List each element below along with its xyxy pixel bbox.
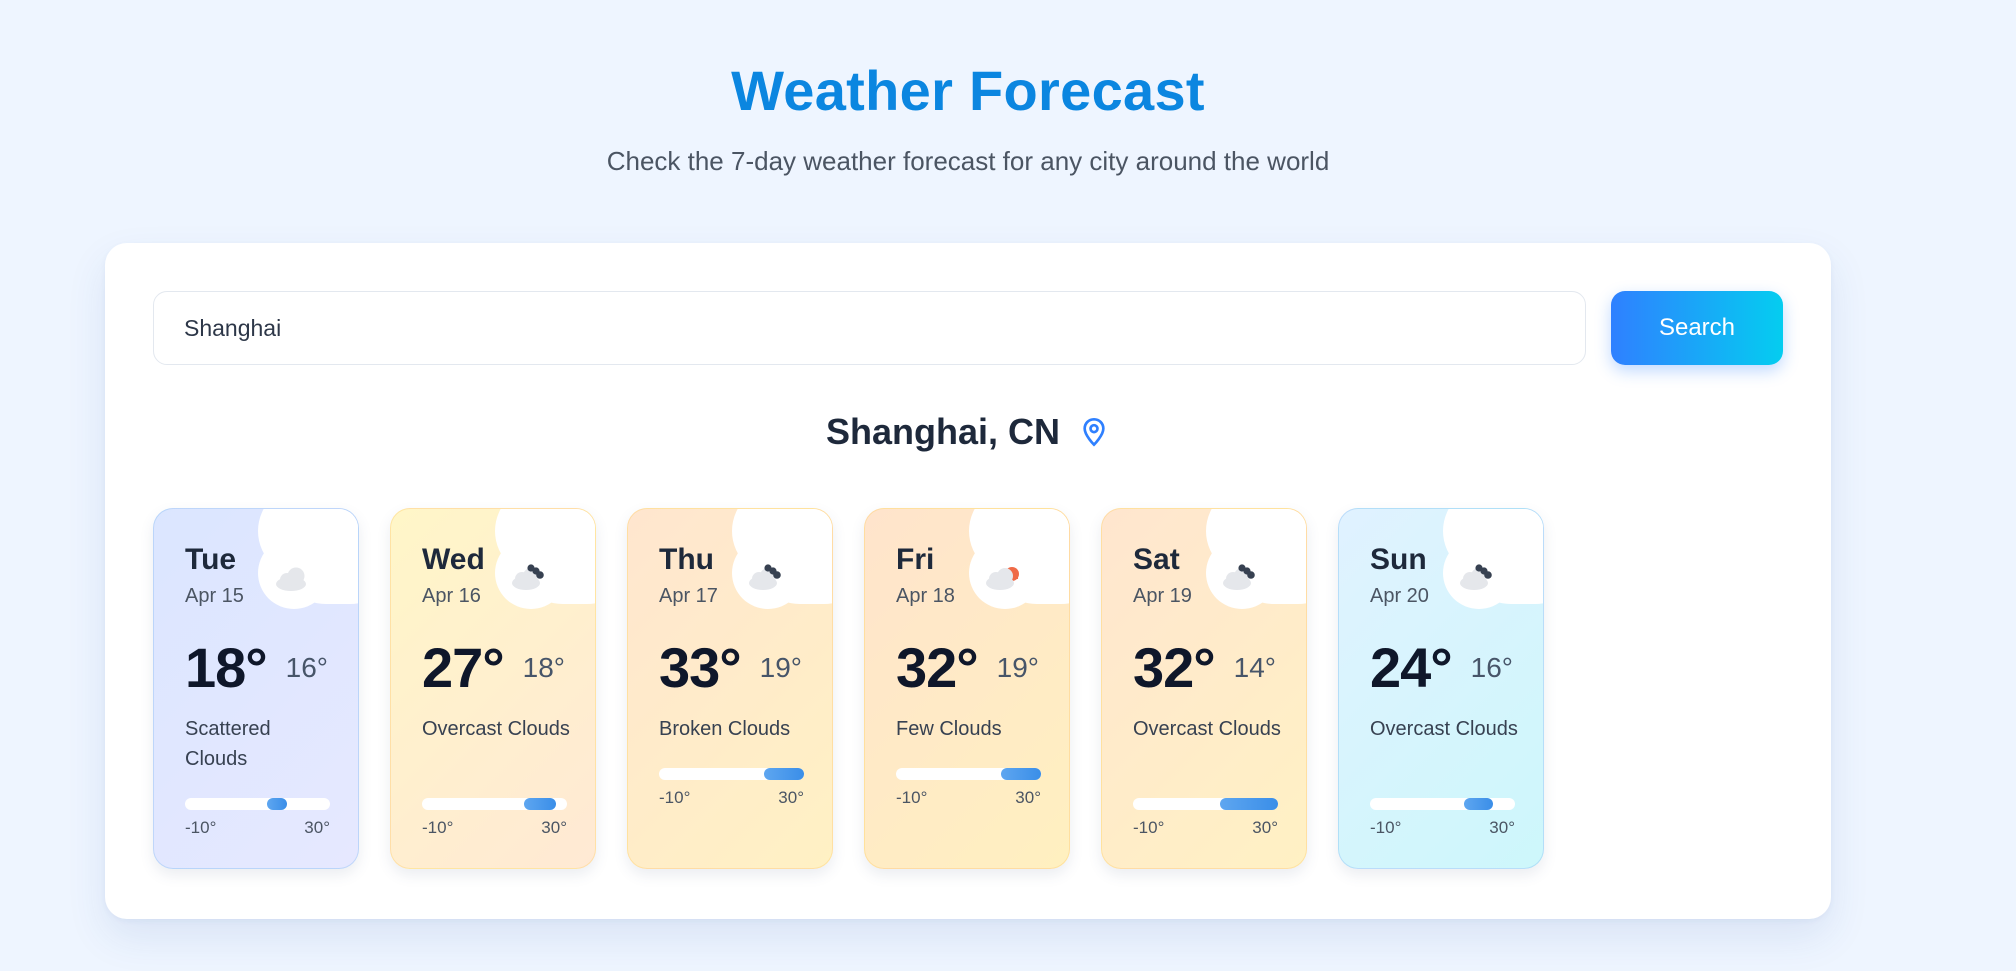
card-high-temp: 27° [422, 636, 505, 699]
search-button[interactable]: Search [1611, 291, 1783, 365]
temp-range-bar [659, 768, 804, 780]
card-date: Apr 15 [185, 585, 244, 607]
temp-range-bar [185, 798, 330, 810]
forecast-card-wed[interactable]: Wed Apr 16 27° 18° Overcast Clouds -10° 30° [390, 508, 596, 869]
sun-behind-cloud-icon [986, 567, 1019, 590]
card-high-temp: 32° [896, 636, 979, 699]
card-date: Apr 17 [659, 585, 718, 607]
card-high-temp: 33° [659, 636, 742, 699]
scale-min: -10° [185, 818, 217, 837]
city-name: Shanghai, CN [825, 411, 1061, 452]
temp-range-fill [267, 798, 287, 810]
card-description: Few Clouds [896, 718, 1002, 740]
page-title: Weather Forecast [731, 59, 1205, 122]
overcast-cloud-icon [1223, 564, 1255, 590]
card-low-temp: 16° [285, 652, 328, 683]
card-day: Sun [1370, 543, 1427, 576]
temp-range-fill [764, 768, 804, 780]
temp-range-fill [1001, 768, 1041, 780]
forecast-card-thu[interactable]: Thu Apr 17 33° 19° Broken Clouds -10° 30° [627, 508, 833, 869]
overcast-cloud-icon [512, 564, 544, 590]
card-description: Overcast Clouds [422, 718, 570, 740]
scale-max: 30° [1252, 818, 1278, 837]
page-subtitle: Check the 7-day weather forecast for any… [606, 146, 1330, 176]
forecast-card-fri[interactable]: Fri Apr 18 32° 19° Few Clouds -10° 30° [864, 508, 1070, 869]
temp-range-fill [1464, 798, 1493, 810]
temp-scale: -10° 30° [422, 818, 567, 838]
card-day: Fri [896, 543, 935, 576]
scale-max: 30° [1489, 818, 1515, 837]
card-low-temp: 18° [522, 652, 565, 683]
temp-range-fill [1220, 798, 1278, 810]
card-date: Apr 16 [422, 585, 481, 607]
scale-max: 30° [304, 818, 330, 837]
scale-min: -10° [896, 788, 928, 807]
scale-max: 30° [778, 788, 804, 807]
card-description: Overcast Clouds [1133, 718, 1281, 740]
temp-scale: -10° 30° [896, 788, 1041, 808]
cloud-icon [276, 567, 306, 591]
scale-max: 30° [1015, 788, 1041, 807]
scale-min: -10° [422, 818, 454, 837]
card-day: Sat [1133, 543, 1180, 576]
scale-max: 30° [541, 818, 567, 837]
card-high-temp: 32° [1133, 636, 1216, 699]
card-date: Apr 18 [896, 585, 955, 607]
temp-range-bar [1370, 798, 1515, 810]
temp-range-fill [524, 798, 556, 810]
card-low-temp: 14° [1233, 652, 1276, 683]
forecast-card-sun[interactable]: Sun Apr 20 24° 16° Overcast Clouds -10° 30° [1338, 508, 1544, 869]
forecast-card-sat[interactable]: Sat Apr 19 32° 14° Overcast Clouds -10° 30° [1101, 508, 1307, 869]
card-description: Overcast Clouds [1370, 718, 1518, 740]
card-description: Scattered Clouds [185, 718, 271, 770]
card-day: Tue [185, 543, 237, 576]
card-high-temp: 18° [185, 636, 268, 699]
card-date: Apr 20 [1370, 585, 1429, 607]
card-high-temp: 24° [1370, 636, 1453, 699]
card-description: Broken Clouds [659, 718, 791, 740]
city-search-input[interactable] [153, 291, 1586, 365]
map-pin-icon [1083, 417, 1105, 447]
broken-clouds-icon [749, 564, 781, 590]
temp-scale: -10° 30° [659, 788, 804, 808]
temp-scale: -10° 30° [185, 818, 330, 838]
scale-min: -10° [1370, 818, 1402, 837]
location-header: Shanghai, CN [105, 411, 1831, 453]
card-low-temp: 19° [996, 652, 1039, 683]
weather-page: Weather Forecast Check the 7-day weather… [0, 0, 2016, 971]
forecast-panel: Search Shanghai, CN Tue Apr 15 18° 16° Scatt… [105, 243, 1831, 919]
temp-range-bar [422, 798, 567, 810]
forecast-card-tue[interactable]: Tue Apr 15 18° 16° Scattered Clouds -10° 30° [153, 508, 359, 869]
temp-range-bar [896, 768, 1041, 780]
temp-scale: -10° 30° [1370, 818, 1515, 838]
scale-min: -10° [1133, 818, 1165, 837]
temp-range-bar [1133, 798, 1278, 810]
card-day: Wed [422, 543, 485, 576]
overcast-cloud-icon [1460, 564, 1492, 590]
temp-scale: -10° 30° [1133, 818, 1278, 838]
scale-min: -10° [659, 788, 691, 807]
card-date: Apr 19 [1133, 585, 1192, 607]
card-day: Thu [659, 543, 714, 576]
card-low-temp: 19° [759, 652, 802, 683]
card-low-temp: 16° [1470, 652, 1513, 683]
